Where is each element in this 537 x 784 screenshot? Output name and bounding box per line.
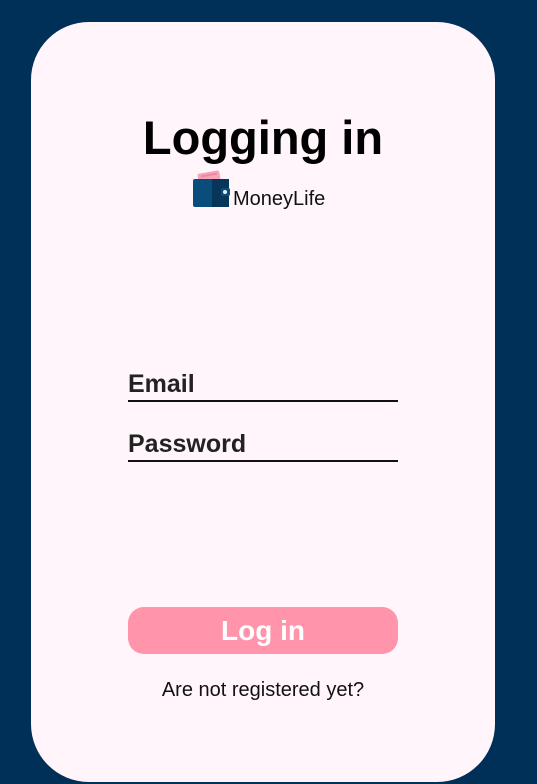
email-input[interactable] — [128, 368, 398, 402]
brand-name: MoneyLife — [233, 188, 326, 210]
wallet-icon — [193, 170, 230, 207]
login-card: Logging in MoneyLife Log in Are not regi… — [31, 22, 495, 782]
page-title: Logging in — [142, 111, 384, 164]
register-link[interactable]: Are not registered yet? — [31, 678, 495, 702]
password-input[interactable] — [128, 428, 398, 462]
brand-logo: MoneyLife — [192, 170, 325, 210]
login-button[interactable]: Log in — [128, 607, 398, 654]
